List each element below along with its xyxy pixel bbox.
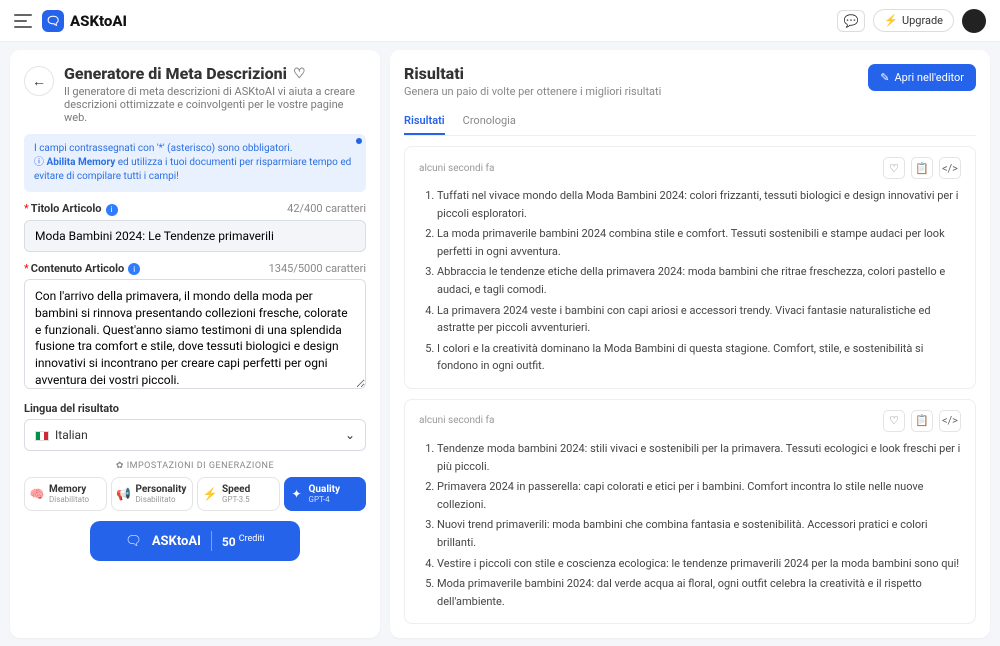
italy-flag-icon bbox=[35, 431, 49, 441]
list-item: Moda primaverile bambini 2024: dal verde… bbox=[437, 575, 961, 610]
result-time: alcuni secondi fa bbox=[419, 415, 494, 426]
cta-brand: ASKtoAI bbox=[152, 534, 201, 549]
lang-value: Italian bbox=[55, 428, 88, 442]
gear-icon: ✿ bbox=[116, 461, 124, 471]
memory-chip[interactable]: 🧠MemoryDisabilitato bbox=[24, 477, 107, 511]
gen-settings-label: IMPOSTAZIONI DI GENERAZIONE bbox=[127, 461, 274, 471]
upgrade-label: Upgrade bbox=[902, 14, 943, 27]
copy-icon[interactable]: 📋 bbox=[911, 157, 933, 179]
results-panel: Risultati Genera un paio di volte per ot… bbox=[390, 50, 990, 638]
lang-label: Lingua del risultato bbox=[24, 402, 119, 415]
favorite-icon[interactable]: ♡ bbox=[883, 157, 905, 179]
open-editor-label: Apri nell'editor bbox=[894, 71, 964, 84]
info-icon[interactable]: i bbox=[106, 204, 118, 216]
brain-icon: 🧠 bbox=[29, 486, 45, 502]
page-title: Generatore di Meta Descrizioni bbox=[64, 64, 287, 83]
enable-memory-link[interactable]: Abilita Memory bbox=[46, 157, 115, 168]
results-tabs: Risultati Cronologia bbox=[404, 108, 976, 136]
list-item: La moda primaverile bambini 2024 combina… bbox=[437, 225, 961, 260]
title-input[interactable] bbox=[24, 220, 366, 252]
content-label: Contenuto Articolo bbox=[31, 262, 124, 275]
title-counter: 42/400 caratteri bbox=[287, 202, 366, 215]
left-panel: ← Generatore di Meta Descrizioni ♡ Il ge… bbox=[10, 50, 380, 638]
results-title: Risultati bbox=[404, 64, 661, 83]
result-list: Tendenze moda bambini 2024: stili vivaci… bbox=[419, 440, 961, 610]
bolt-icon: ⚡ bbox=[884, 14, 898, 27]
sparkle-icon: ✦ bbox=[289, 486, 305, 502]
avatar[interactable] bbox=[962, 9, 986, 33]
title-label: Titolo Articolo bbox=[31, 202, 102, 215]
code-icon[interactable]: </> bbox=[939, 157, 961, 179]
credits-lbl: Crediti bbox=[239, 534, 265, 544]
content-textarea[interactable]: Con l'arrivo della primavera, il mondo d… bbox=[24, 279, 366, 389]
back-button[interactable]: ← bbox=[24, 66, 54, 96]
open-editor-button[interactable]: ✎ Apri nell'editor bbox=[868, 64, 976, 91]
hint-line1: I campi contrassegnati con '*' (asterisc… bbox=[34, 142, 356, 156]
content-counter: 1345/5000 caratteri bbox=[269, 262, 366, 275]
notification-dot-icon bbox=[356, 138, 362, 144]
result-card: alcuni secondi fa ♡ 📋 </> Tendenze moda … bbox=[404, 399, 976, 624]
bolt-icon: ⚡ bbox=[202, 486, 218, 502]
favorite-icon[interactable]: ♡ bbox=[293, 66, 306, 82]
tab-results[interactable]: Risultati bbox=[404, 108, 445, 135]
chevron-down-icon: ⌄ bbox=[345, 428, 355, 442]
topbar: 🗨 ASKtoAI 💬 ⚡ Upgrade bbox=[0, 0, 1000, 42]
speaker-icon: 📢 bbox=[116, 486, 132, 502]
hint-box: I campi contrassegnati con '*' (asterisc… bbox=[24, 134, 366, 192]
chat-icon[interactable]: 💬 bbox=[837, 10, 865, 32]
quality-chip[interactable]: ✦QualityGPT-4 bbox=[284, 477, 367, 511]
list-item: Abbraccia le tendenze etiche della prima… bbox=[437, 263, 961, 298]
generation-settings: 🧠MemoryDisabilitato 📢PersonalityDisabili… bbox=[24, 477, 366, 511]
generate-button[interactable]: 🗨 ASKtoAI 50 Crediti bbox=[90, 521, 300, 561]
logo-badge-icon: 🗨 bbox=[125, 534, 142, 549]
list-item: I colori e la creatività dominano la Mod… bbox=[437, 340, 961, 375]
brand-name: ASKtoAI bbox=[70, 12, 127, 30]
info-icon[interactable]: i bbox=[128, 263, 140, 275]
list-item: Primavera 2024 in passerella: capi color… bbox=[437, 478, 961, 513]
result-card: alcuni secondi fa ♡ 📋 </> Tuffati nel vi… bbox=[404, 146, 976, 389]
info-icon: ⓘ bbox=[34, 157, 46, 168]
menu-icon[interactable] bbox=[14, 14, 32, 28]
list-item: Tendenze moda bambini 2024: stili vivaci… bbox=[437, 440, 961, 475]
upgrade-button[interactable]: ⚡ Upgrade bbox=[873, 9, 954, 32]
list-item: Vestire i piccoli con stile e coscienza … bbox=[437, 555, 961, 573]
language-select[interactable]: Italian ⌄ bbox=[24, 419, 366, 451]
results-subtitle: Genera un paio di volte per ottenere i m… bbox=[404, 85, 661, 98]
page-subtitle: Il generatore di meta descrizioni di ASK… bbox=[64, 85, 366, 124]
speed-chip[interactable]: ⚡SpeedGPT-3.5 bbox=[197, 477, 280, 511]
result-time: alcuni secondi fa bbox=[419, 163, 494, 174]
favorite-icon[interactable]: ♡ bbox=[883, 410, 905, 432]
brand-logo[interactable]: 🗨 ASKtoAI bbox=[42, 10, 127, 32]
list-item: Tuffati nel vivace mondo della Moda Bamb… bbox=[437, 187, 961, 222]
code-icon[interactable]: </> bbox=[939, 410, 961, 432]
credits-num: 50 bbox=[222, 535, 236, 549]
result-list: Tuffati nel vivace mondo della Moda Bamb… bbox=[419, 187, 961, 375]
pencil-icon: ✎ bbox=[880, 71, 889, 84]
copy-icon[interactable]: 📋 bbox=[911, 410, 933, 432]
list-item: Nuovi trend primaverili: moda bambini ch… bbox=[437, 516, 961, 551]
personality-chip[interactable]: 📢PersonalityDisabilitato bbox=[111, 477, 194, 511]
tab-history[interactable]: Cronologia bbox=[463, 108, 516, 135]
logo-badge-icon: 🗨 bbox=[42, 10, 64, 32]
list-item: La primavera 2024 veste i bambini con ca… bbox=[437, 302, 961, 337]
